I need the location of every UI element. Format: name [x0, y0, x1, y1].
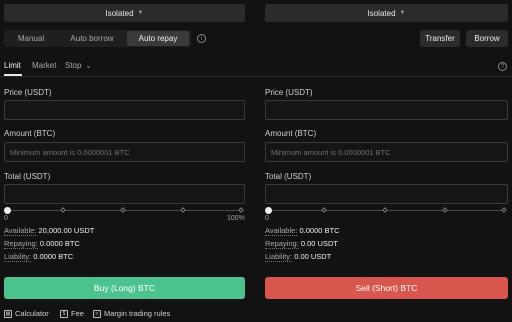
tabs-divider [0, 76, 512, 77]
liability-value: 0.0000 BTC [33, 252, 74, 261]
buy-available: Available: 20,000.00 USDT [4, 226, 95, 236]
buy-repaying: Repaying: 0.0000 BTC [4, 239, 80, 249]
sell-price-label: Price (USDT) [265, 88, 313, 97]
margin-mode-left-value: Isolated [105, 8, 134, 18]
repaying-label: Repaying: [4, 239, 38, 249]
document-icon: ≡ [93, 309, 101, 318]
margin-mode-right-value: Isolated [367, 8, 396, 18]
tab-limit[interactable]: Limit [4, 61, 21, 70]
sell-liability: Liability: 0.00 USDT [265, 252, 332, 262]
chevron-down-icon: ⌄ [85, 62, 92, 70]
margin-rules-label: Margin trading rules [104, 309, 171, 318]
sell-total-label: Total (USDT) [265, 172, 312, 181]
borrow-button[interactable]: Borrow [466, 30, 508, 47]
repaying-label: Repaying: [265, 239, 299, 249]
sell-total-input[interactable] [265, 184, 508, 204]
available-label: Available: [4, 226, 37, 236]
slider-mark-75[interactable] [442, 207, 448, 213]
calculator-link[interactable]: ▦ Calculator [4, 309, 49, 318]
slider-mark-100[interactable] [501, 207, 507, 213]
sell-slider-min: 0 [265, 215, 269, 222]
buy-price-input[interactable] [4, 100, 245, 120]
fee-icon: $ [60, 309, 68, 318]
available-label: Available: [265, 226, 298, 236]
sell-available: Available: 0.0000 BTC [265, 226, 340, 236]
liability-label: Liability: [4, 252, 32, 262]
sell-slider[interactable] [265, 206, 508, 214]
buy-long-button[interactable]: Buy (Long) BTC [4, 277, 245, 299]
caret-down-icon: ▼ [137, 10, 144, 16]
help-icon[interactable]: ? [498, 62, 507, 71]
calculator-icon: ▦ [4, 309, 12, 318]
slider-thumb[interactable] [4, 206, 11, 214]
buy-liability: Liability: 0.0000 BTC [4, 252, 74, 262]
buy-amount-input[interactable]: Minimum amount is 0.0000001 BTC [4, 142, 245, 162]
repaying-value: 0.00 USDT [300, 239, 338, 248]
margin-rules-link[interactable]: ≡ Margin trading rules [93, 309, 170, 318]
slider-mark-50[interactable] [120, 207, 126, 213]
slider-thumb[interactable] [265, 206, 272, 214]
sell-amount-input[interactable]: Minimum amount is 0.0000001 BTC [265, 142, 508, 162]
buy-amount-placeholder: Minimum amount is 0.0000001 BTC [10, 147, 130, 157]
slider-mark-25[interactable] [60, 207, 66, 213]
buy-total-input[interactable] [4, 184, 245, 204]
sell-amount-label: Amount (BTC) [265, 129, 317, 138]
caret-down-icon: ▼ [399, 10, 406, 16]
available-value: 20,000.00 USDT [38, 226, 95, 235]
mode-manual[interactable]: Manual [5, 31, 57, 46]
transfer-button[interactable]: Transfer [420, 30, 460, 47]
buy-slider-min: 0 [4, 215, 8, 222]
buy-total-label: Total (USDT) [4, 172, 51, 181]
slider-mark-25[interactable] [321, 207, 327, 213]
available-value: 0.0000 BTC [299, 226, 340, 235]
sell-amount-placeholder: Minimum amount is 0.0000001 BTC [271, 147, 391, 157]
fee-link[interactable]: $ Fee [60, 309, 84, 318]
mode-auto-borrow[interactable]: Auto borrow [57, 31, 127, 46]
tab-stop-label: Stop [65, 61, 82, 70]
mode-auto-repay[interactable]: Auto repay [127, 31, 189, 46]
sell-price-input[interactable] [265, 100, 508, 120]
tab-market[interactable]: Market [32, 61, 56, 70]
buy-amount-label: Amount (BTC) [4, 129, 56, 138]
liability-value: 0.00 USDT [294, 252, 332, 261]
fee-label: Fee [71, 309, 84, 318]
repaying-value: 0.0000 BTC [39, 239, 80, 248]
liability-label: Liability: [265, 252, 293, 262]
buy-price-label: Price (USDT) [4, 88, 52, 97]
buy-slider-max: 100% [227, 215, 245, 222]
calculator-label: Calculator [15, 309, 49, 318]
slider-mark-75[interactable] [180, 207, 186, 213]
info-icon[interactable]: i [197, 34, 206, 43]
slider-mark-50[interactable] [382, 207, 388, 213]
sell-repaying: Repaying: 0.00 USDT [265, 239, 338, 249]
buy-slider[interactable] [4, 206, 245, 214]
borrow-mode-group: Manual Auto borrow Auto repay [4, 30, 191, 47]
margin-mode-select-left[interactable]: Isolated ▼ [4, 4, 245, 22]
slider-mark-100[interactable] [238, 207, 244, 213]
sell-short-button[interactable]: Sell (Short) BTC [265, 277, 508, 299]
tab-stop[interactable]: Stop ⌄ [65, 61, 91, 70]
margin-mode-select-right[interactable]: Isolated ▼ [265, 4, 508, 22]
